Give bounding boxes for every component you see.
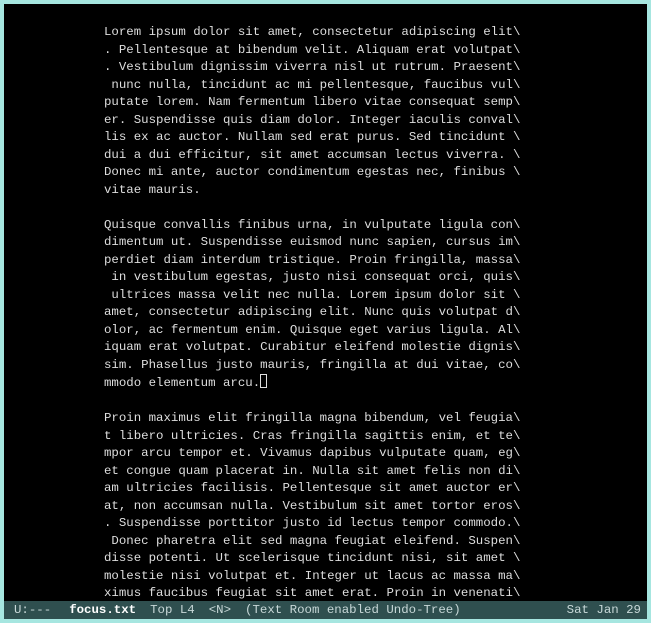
text-line: dimentum ut. Suspendisse euismod nunc sa… (4, 234, 647, 252)
text-line: Donec pharetra elit sed magna feugiat el… (4, 533, 647, 551)
text-buffer[interactable]: Lorem ipsum dolor sit amet, consectetur … (4, 4, 647, 601)
text-line: Quisque convallis finibus urna, in vulpu… (4, 217, 647, 235)
text-line: et congue quam placerat in. Nulla sit am… (4, 463, 647, 481)
modeline-minor-modes: (Text Room enabled Undo-Tree) (245, 601, 461, 619)
text-line: molestie nisi volutpat et. Integer ut la… (4, 568, 647, 586)
text-line: sim. Phasellus justo mauris, fringilla a… (4, 357, 647, 375)
text-line: Donec mi ante, auctor condimentum egesta… (4, 164, 647, 182)
modeline-modified-marker: U:--- (14, 601, 51, 619)
text-line: . Vestibulum dignissim viverra nisl ut r… (4, 59, 647, 77)
text-line: am ultricies facilisis. Pellentesque sit… (4, 480, 647, 498)
text-line: olor, ac fermentum enim. Quisque eget va… (4, 322, 647, 340)
emacs-frame: Lorem ipsum dolor sit amet, consectetur … (4, 4, 647, 619)
mode-line: U:--- focus.txt Top L4 <N> (Text Room en… (4, 601, 647, 619)
text-line: at, non accumsan nulla. Vestibulum sit a… (4, 498, 647, 516)
modeline-mode-short: <N> (209, 601, 231, 619)
text-line: . Pellentesque at bibendum velit. Aliqua… (4, 42, 647, 60)
modeline-position: Top L4 (150, 601, 195, 619)
text-line: Proin maximus elit fringilla magna biben… (4, 410, 647, 428)
blank-line (4, 393, 647, 411)
text-line: amet, consectetur adipiscing elit. Nunc … (4, 304, 647, 322)
text-line: mpor arcu tempor et. Vivamus dapibus vul… (4, 445, 647, 463)
text-line: lis ex ac auctor. Nullam sed erat purus.… (4, 129, 647, 147)
text-line: dui a dui efficitur, sit amet accumsan l… (4, 147, 647, 165)
blank-line (4, 199, 647, 217)
text-line: nunc nulla, tincidunt ac mi pellentesque… (4, 77, 647, 95)
text-line: disse potenti. Ut scelerisque tincidunt … (4, 550, 647, 568)
modeline-buffer-name: focus.txt (69, 601, 136, 619)
text-line: putate lorem. Nam fermentum libero vitae… (4, 94, 647, 112)
text-line: . Suspendisse porttitor justo id lectus … (4, 515, 647, 533)
text-line: in vestibulum egestas, justo nisi conseq… (4, 269, 647, 287)
text-line: vitae mauris. (4, 182, 647, 200)
text-line: ximus faucibus feugiat sit amet erat. Pr… (4, 585, 647, 601)
text-cursor (260, 374, 267, 388)
modeline-date: Sat Jan 29 (567, 601, 641, 619)
text-line: er. Suspendisse quis diam dolor. Integer… (4, 112, 647, 130)
text-line: t libero ultricies. Cras fringilla sagit… (4, 428, 647, 446)
text-line: ultrices massa velit nec nulla. Lorem ip… (4, 287, 647, 305)
text-line: perdiet diam interdum tristique. Proin f… (4, 252, 647, 270)
text-line: Lorem ipsum dolor sit amet, consectetur … (4, 24, 647, 42)
text-line: iquam erat volutpat. Curabitur eleifend … (4, 339, 647, 357)
text-line: mmodo elementum arcu. (4, 374, 647, 393)
